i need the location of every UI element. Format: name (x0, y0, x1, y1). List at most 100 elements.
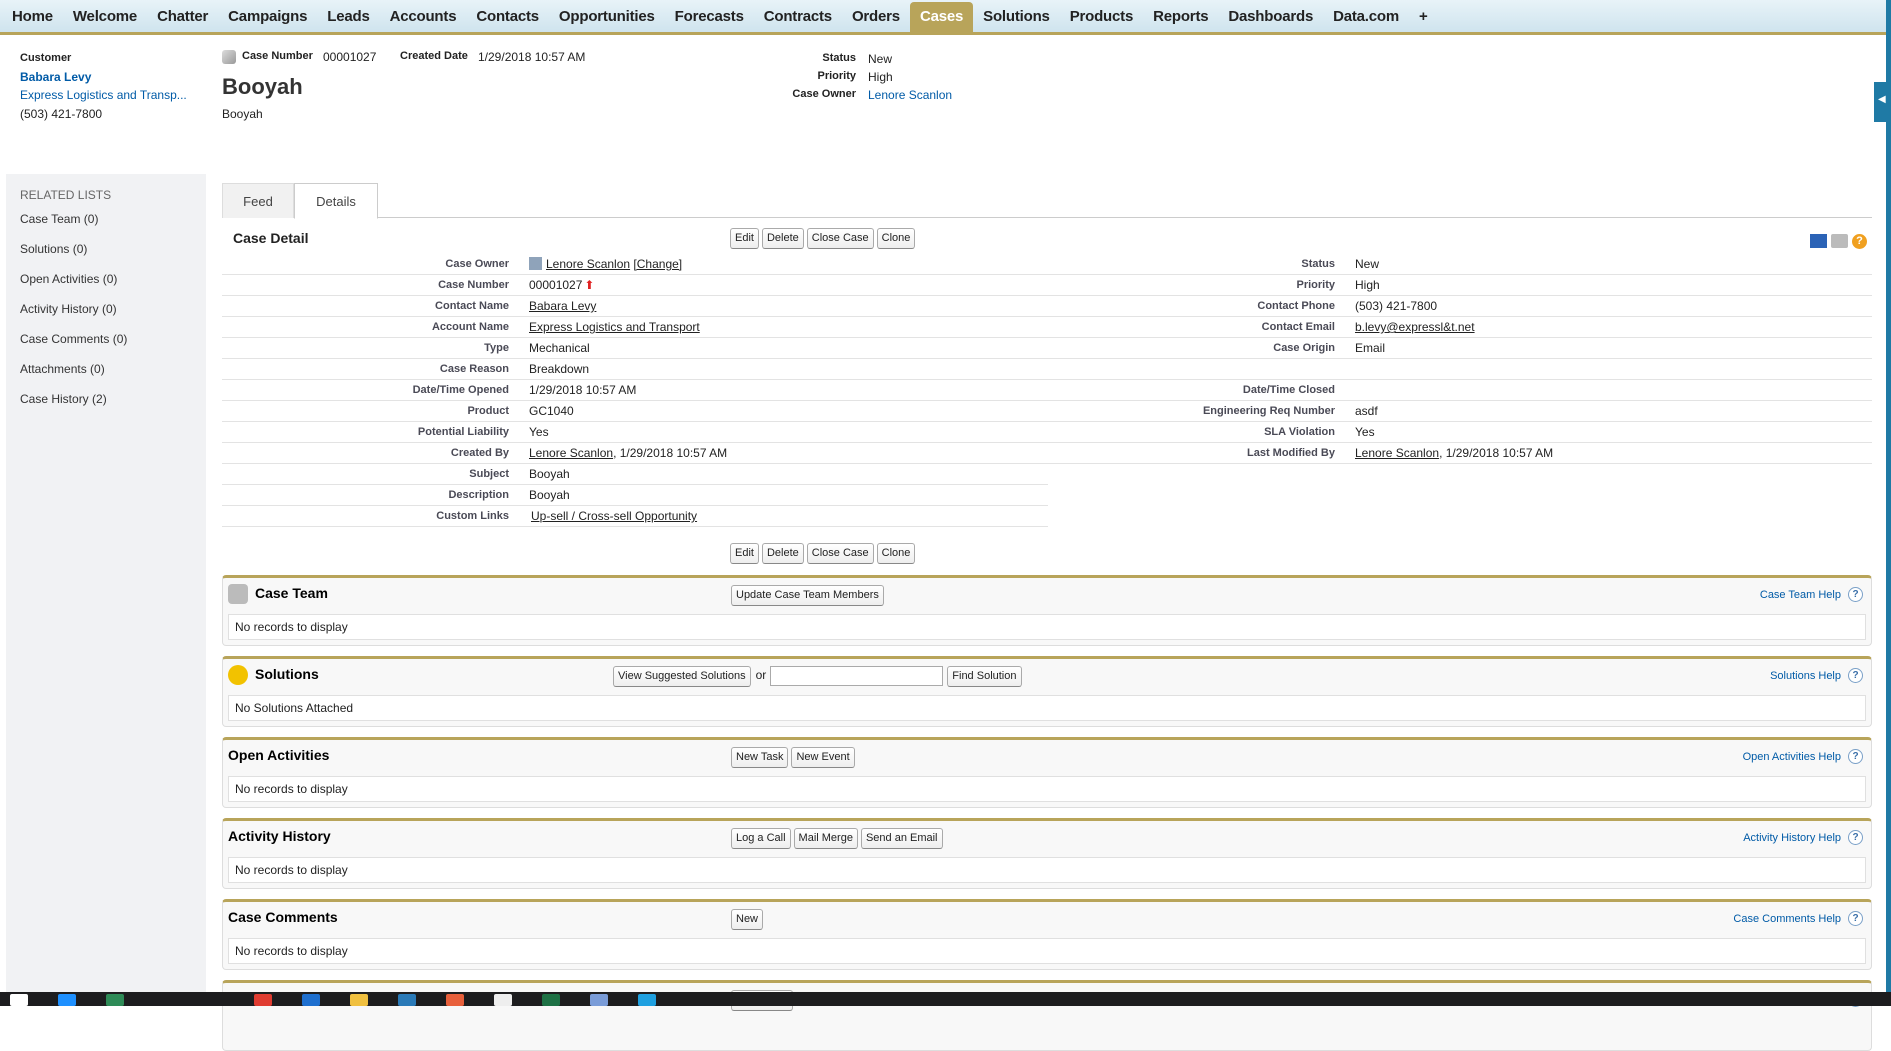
field-value[interactable]: b.levy@expressl&t.net (1355, 317, 1475, 338)
nav-tab-forecasts[interactable]: Forecasts (665, 2, 754, 32)
detail-row: Case Owner Lenore Scanlon [Change] (222, 254, 1048, 275)
taskbar-app-icon[interactable] (106, 994, 124, 1006)
edit-layout-icon[interactable] (1810, 234, 1827, 248)
log-a-call-button[interactable]: Log a Call (731, 828, 791, 849)
section-title: Solutions (255, 666, 319, 682)
nav-tab-leads[interactable]: Leads (317, 2, 379, 32)
taskbar-app-icon[interactable] (542, 994, 560, 1006)
field-link[interactable]: Babara Levy (529, 299, 596, 313)
nav-tab-dashboards[interactable]: Dashboards (1218, 2, 1323, 32)
help-question-icon[interactable]: ? (1848, 587, 1863, 602)
nav-tab-solutions[interactable]: Solutions (973, 2, 1060, 32)
nav-tab-reports[interactable]: Reports (1143, 2, 1218, 32)
sidebar-item[interactable]: Attachments (0) (6, 354, 206, 384)
find-solution-button[interactable]: Find Solution (947, 666, 1022, 687)
send-an-email-button[interactable]: Send an Email (860, 828, 943, 849)
new-event-button[interactable]: New Event (791, 747, 855, 768)
section-title: Case Team (255, 585, 328, 601)
nav-tab-products[interactable]: Products (1060, 2, 1143, 32)
taskbar-app-icon[interactable] (494, 994, 512, 1006)
help-question-icon[interactable]: ? (1848, 668, 1863, 683)
case-team-help-link[interactable]: Case Team Help (1760, 589, 1841, 601)
taskbar-app-icon[interactable] (398, 994, 416, 1006)
detail-row: Engineering Req Number asdf (1048, 401, 1872, 422)
delete-button[interactable]: Delete (761, 228, 804, 249)
open-activities-help-link[interactable]: Open Activities Help (1743, 751, 1841, 763)
collapse-panel-button[interactable]: ◀ (1874, 82, 1891, 122)
field-value[interactable]: Lenore Scanlon, 1/29/2018 10:57 AM (529, 443, 727, 464)
field-link[interactable]: Express Logistics and Transport (529, 320, 700, 334)
edit-button[interactable]: Edit (730, 543, 759, 564)
taskbar-app-icon[interactable] (638, 994, 656, 1006)
taskbar-app-icon[interactable] (350, 994, 368, 1006)
sidebar-item[interactable]: Case Comments (0) (6, 324, 206, 354)
new-task-button[interactable]: New Task (731, 747, 789, 768)
edit-button[interactable]: Edit (730, 228, 759, 249)
view-suggested-solutions-button[interactable]: View Suggested Solutions (613, 666, 751, 687)
nav-tab-welcome[interactable]: Welcome (63, 2, 147, 32)
account-link[interactable]: Express Logistics and Transp... (20, 88, 187, 102)
tab-details[interactable]: Details (294, 183, 378, 219)
close-case-button[interactable]: Close Case (806, 228, 874, 249)
taskbar-app-icon[interactable] (590, 994, 608, 1006)
nav-tab-orders[interactable]: Orders (842, 2, 910, 32)
nav-tab-contracts[interactable]: Contracts (754, 2, 842, 32)
empty-message: No records to display (228, 857, 1866, 883)
taskbar-app-icon[interactable] (446, 994, 464, 1006)
top-nav: Home Welcome Chatter Campaigns Leads Accounts… (0, 0, 1891, 35)
case-number: 00001027 (323, 50, 377, 64)
help-question-icon[interactable]: ? (1848, 830, 1863, 845)
field-value[interactable]: Lenore Scanlon, 1/29/2018 10:57 AM (1355, 443, 1553, 464)
delete-button[interactable]: Delete (761, 543, 804, 564)
update-case-team-members-button[interactable]: Update Case Team Members (731, 585, 884, 606)
field-value[interactable]: Babara Levy (529, 296, 596, 317)
help-question-icon[interactable]: ? (1848, 911, 1863, 926)
sidebar-item[interactable]: Solutions (0) (6, 234, 206, 264)
mail-merge-button[interactable]: Mail Merge (793, 828, 858, 849)
change-owner-link[interactable]: [Change] (633, 257, 682, 271)
tab-feed[interactable]: Feed (222, 183, 294, 218)
clone-button[interactable]: Clone (876, 228, 916, 249)
nav-tab-campaigns[interactable]: Campaigns (218, 2, 317, 32)
solutions-help-link[interactable]: Solutions Help (1770, 670, 1841, 682)
help-icon[interactable]: ? (1852, 234, 1867, 249)
owner-link[interactable]: Lenore Scanlon (868, 88, 952, 102)
field-link[interactable]: Lenore Scanlon (529, 446, 613, 460)
activity-history-help-link[interactable]: Activity History Help (1743, 832, 1841, 844)
field-value[interactable]: Express Logistics and Transport (529, 317, 700, 338)
detail-row (1048, 359, 1872, 380)
add-tab-button[interactable]: + (1409, 2, 1438, 32)
taskbar-app-icon[interactable] (254, 994, 272, 1006)
sidebar-item[interactable]: Case History (2) (6, 384, 206, 414)
help-question-icon[interactable]: ? (1848, 749, 1863, 764)
taskbar-app-icon[interactable] (58, 994, 76, 1006)
field-link[interactable]: Lenore Scanlon (1355, 446, 1439, 460)
case-comments-help-link[interactable]: Case Comments Help (1733, 913, 1841, 925)
field-value: Email (1355, 338, 1385, 359)
nav-tab-datacom[interactable]: Data.com (1323, 2, 1409, 32)
field-link[interactable]: Up-sell / Cross-sell Opportunity (531, 509, 697, 523)
section-title: Open Activities (228, 747, 330, 763)
close-case-button[interactable]: Close Case (806, 543, 874, 564)
field-link[interactable]: Lenore Scanlon (546, 257, 630, 271)
field-link[interactable]: b.levy@expressl&t.net (1355, 320, 1475, 334)
field-value[interactable]: Up-sell / Cross-sell Opportunity (529, 506, 697, 527)
new-button[interactable]: New (731, 909, 764, 930)
nav-tab-opportunities[interactable]: Opportunities (549, 2, 665, 32)
taskbar-app-icon[interactable] (10, 994, 28, 1006)
field-text: New (1355, 257, 1380, 271)
nav-tab-contacts[interactable]: Contacts (466, 2, 549, 32)
nav-tab-accounts[interactable]: Accounts (380, 2, 467, 32)
nav-tab-chatter[interactable]: Chatter (147, 2, 218, 32)
printer-icon[interactable] (1831, 234, 1848, 248)
sidebar-item[interactable]: Open Activities (0) (6, 264, 206, 294)
sidebar-item[interactable]: Activity History (0) (6, 294, 206, 324)
solution-search-input[interactable] (770, 666, 944, 686)
customer-name-link[interactable]: Babara Levy (20, 70, 91, 84)
nav-tab-home[interactable]: Home (2, 2, 63, 32)
sidebar-item[interactable]: Case Team (0) (6, 204, 206, 234)
taskbar-app-icon[interactable] (302, 994, 320, 1006)
nav-tab-cases[interactable]: Cases (909, 2, 974, 32)
clone-button[interactable]: Clone (876, 543, 916, 564)
field-value[interactable]: Lenore Scanlon [Change] (529, 254, 682, 275)
